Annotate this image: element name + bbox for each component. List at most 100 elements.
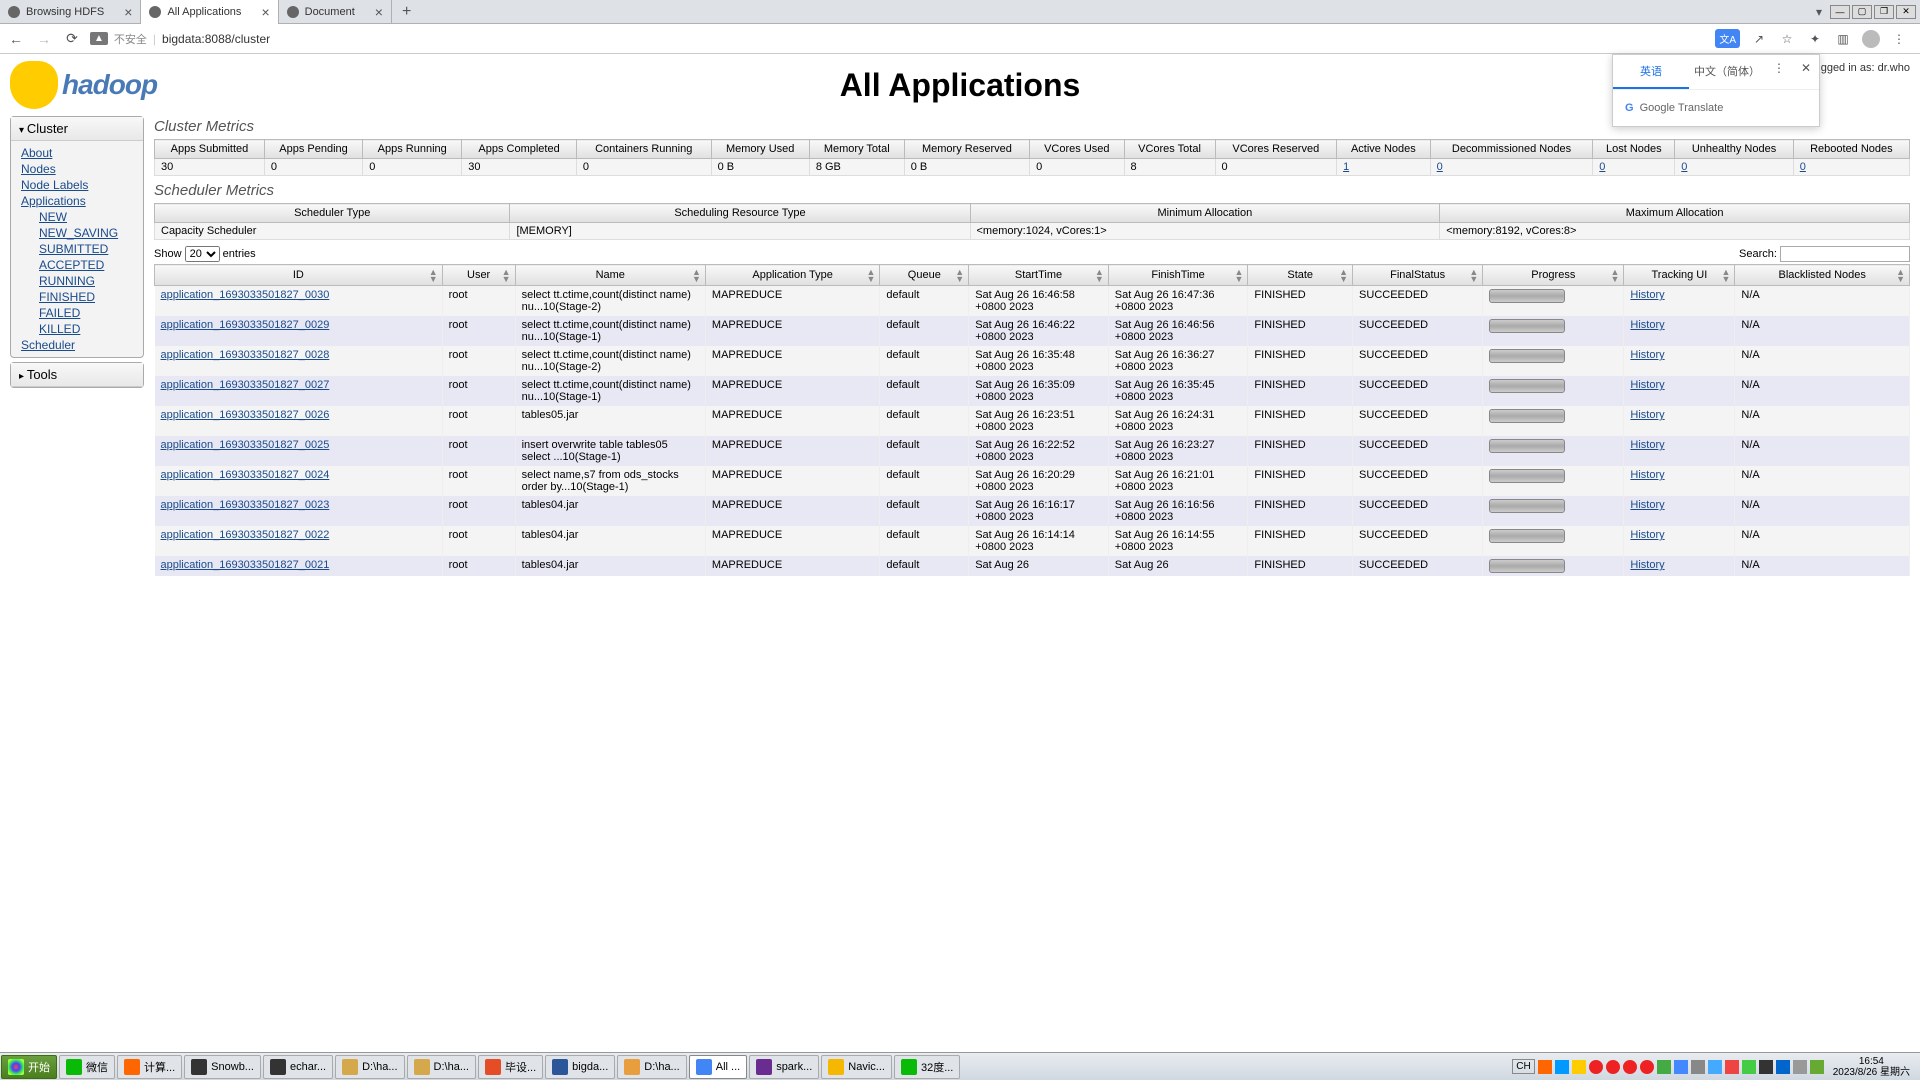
apps-column-header[interactable]: FinishTime▲▼ <box>1108 265 1248 286</box>
taskbar-item[interactable]: 微信 <box>59 1055 115 1079</box>
tray-icon[interactable] <box>1623 1060 1637 1074</box>
translate-tab-chinese[interactable]: 中文（简体） <box>1689 55 1765 89</box>
apps-column-header[interactable]: Application Type▲▼ <box>705 265 879 286</box>
hadoop-logo[interactable]: hadoop <box>10 58 240 112</box>
tracking-link[interactable]: History <box>1630 349 1664 361</box>
tab-applications[interactable]: All Applications × <box>141 0 278 24</box>
search-input[interactable] <box>1780 246 1910 262</box>
sidebar-link-applications[interactable]: Applications <box>21 193 133 209</box>
taskbar-item[interactable]: bigda... <box>545 1055 615 1079</box>
tray-icon[interactable] <box>1776 1060 1790 1074</box>
app-id-link[interactable]: application_1693033501827_0021 <box>161 559 330 571</box>
close-icon[interactable]: × <box>375 4 383 20</box>
tracking-link[interactable]: History <box>1630 289 1664 301</box>
app-id-link[interactable]: application_1693033501827_0026 <box>161 409 330 421</box>
apps-column-header[interactable]: FinalStatus▲▼ <box>1353 265 1483 286</box>
new-tab-button[interactable]: + <box>392 3 421 21</box>
minimize-button[interactable]: — <box>1830 5 1850 19</box>
translate-icon[interactable]: 文A <box>1715 29 1740 48</box>
entries-select[interactable]: 20 <box>185 246 220 262</box>
tab-document[interactable]: Document × <box>279 0 392 24</box>
tray-icon[interactable] <box>1555 1060 1569 1074</box>
apps-column-header[interactable]: Blacklisted Nodes▲▼ <box>1735 265 1910 286</box>
chevron-down-icon[interactable]: ▾ <box>1808 5 1830 19</box>
taskbar-item[interactable]: D:\ha... <box>617 1055 686 1079</box>
star-icon[interactable]: ☆ <box>1778 30 1796 48</box>
metric-link[interactable]: 1 <box>1343 161 1349 173</box>
profile-icon[interactable] <box>1862 30 1880 48</box>
app-id-link[interactable]: application_1693033501827_0029 <box>161 319 330 331</box>
sidebar-state-submitted[interactable]: SUBMITTED <box>39 241 133 257</box>
app-id-link[interactable]: application_1693033501827_0024 <box>161 469 330 481</box>
close-icon[interactable]: × <box>261 4 269 20</box>
app-id-link[interactable]: application_1693033501827_0023 <box>161 499 330 511</box>
clock[interactable]: 16:54 2023/8/26 星期六 <box>1827 1056 1916 1078</box>
tracking-link[interactable]: History <box>1630 319 1664 331</box>
tray-icon[interactable] <box>1589 1060 1603 1074</box>
apps-column-header[interactable]: State▲▼ <box>1248 265 1353 286</box>
tracking-link[interactable]: History <box>1630 469 1664 481</box>
tray-icon[interactable] <box>1742 1060 1756 1074</box>
sidebar-state-finished[interactable]: FINISHED <box>39 289 133 305</box>
translate-close-icon[interactable]: ✕ <box>1793 55 1819 89</box>
apps-column-header[interactable]: Progress▲▼ <box>1483 265 1624 286</box>
sidebar-link-scheduler[interactable]: Scheduler <box>21 337 133 353</box>
metric-link[interactable]: 0 <box>1681 161 1687 173</box>
metric-link[interactable]: 0 <box>1800 161 1806 173</box>
ime-indicator[interactable]: CH <box>1512 1059 1534 1074</box>
sidebar-state-running[interactable]: RUNNING <box>39 273 133 289</box>
url-field[interactable]: ▲ 不安全 | bigdata:8088/cluster <box>90 31 1707 47</box>
tray-icon[interactable] <box>1674 1060 1688 1074</box>
tab-hdfs[interactable]: Browsing HDFS × <box>0 0 141 24</box>
app-id-link[interactable]: application_1693033501827_0025 <box>161 439 330 451</box>
translate-menu-icon[interactable]: ⋮ <box>1765 55 1793 89</box>
translate-tab-english[interactable]: 英语 <box>1613 55 1689 89</box>
restore-button[interactable]: ❐ <box>1874 5 1894 19</box>
reload-button[interactable]: ⟳ <box>62 29 82 49</box>
tracking-link[interactable]: History <box>1630 439 1664 451</box>
apps-column-header[interactable]: ID▲▼ <box>155 265 443 286</box>
sidebar-link-node-labels[interactable]: Node Labels <box>21 177 133 193</box>
sidebar-tools-header[interactable]: Tools <box>11 363 143 387</box>
tracking-link[interactable]: History <box>1630 559 1664 571</box>
sidebar-cluster-header[interactable]: Cluster <box>11 117 143 141</box>
sidebar-link-about[interactable]: About <box>21 145 133 161</box>
sidepanel-icon[interactable]: ▥ <box>1834 30 1852 48</box>
menu-icon[interactable]: ⋮ <box>1890 30 1908 48</box>
taskbar-item[interactable]: All ... <box>689 1055 747 1079</box>
tray-icon[interactable] <box>1725 1060 1739 1074</box>
taskbar-item[interactable]: Navic... <box>821 1055 892 1079</box>
taskbar-item[interactable]: 计算... <box>117 1055 182 1079</box>
taskbar-item[interactable]: Snowb... <box>184 1055 261 1079</box>
sidebar-state-killed[interactable]: KILLED <box>39 321 133 337</box>
back-button[interactable]: ← <box>6 29 26 49</box>
apps-column-header[interactable]: Queue▲▼ <box>880 265 969 286</box>
sidebar-state-new_saving[interactable]: NEW_SAVING <box>39 225 133 241</box>
close-window-button[interactable]: ✕ <box>1896 5 1916 19</box>
app-id-link[interactable]: application_1693033501827_0028 <box>161 349 330 361</box>
tray-icon[interactable] <box>1640 1060 1654 1074</box>
tracking-link[interactable]: History <box>1630 499 1664 511</box>
tracking-link[interactable]: History <box>1630 379 1664 391</box>
extensions-icon[interactable]: ✦ <box>1806 30 1824 48</box>
sidebar-state-accepted[interactable]: ACCEPTED <box>39 257 133 273</box>
sidebar-link-nodes[interactable]: Nodes <box>21 161 133 177</box>
taskbar-item[interactable]: D:\ha... <box>407 1055 476 1079</box>
tray-icon[interactable] <box>1572 1060 1586 1074</box>
tray-icon[interactable] <box>1691 1060 1705 1074</box>
sidebar-state-new[interactable]: NEW <box>39 209 133 225</box>
taskbar-item[interactable]: D:\ha... <box>335 1055 404 1079</box>
tracking-link[interactable]: History <box>1630 409 1664 421</box>
apps-column-header[interactable]: Tracking UI▲▼ <box>1624 265 1735 286</box>
taskbar-item[interactable]: 32度... <box>894 1055 960 1079</box>
apps-column-header[interactable]: StartTime▲▼ <box>969 265 1109 286</box>
tray-icon[interactable] <box>1657 1060 1671 1074</box>
metric-link[interactable]: 0 <box>1599 161 1605 173</box>
taskbar-item[interactable]: echar... <box>263 1055 333 1079</box>
app-id-link[interactable]: application_1693033501827_0027 <box>161 379 330 391</box>
tray-icon[interactable] <box>1538 1060 1552 1074</box>
tray-icon[interactable] <box>1759 1060 1773 1074</box>
metric-link[interactable]: 0 <box>1437 161 1443 173</box>
maximize-button[interactable]: ▢ <box>1852 5 1872 19</box>
taskbar-item[interactable]: spark... <box>749 1055 819 1079</box>
